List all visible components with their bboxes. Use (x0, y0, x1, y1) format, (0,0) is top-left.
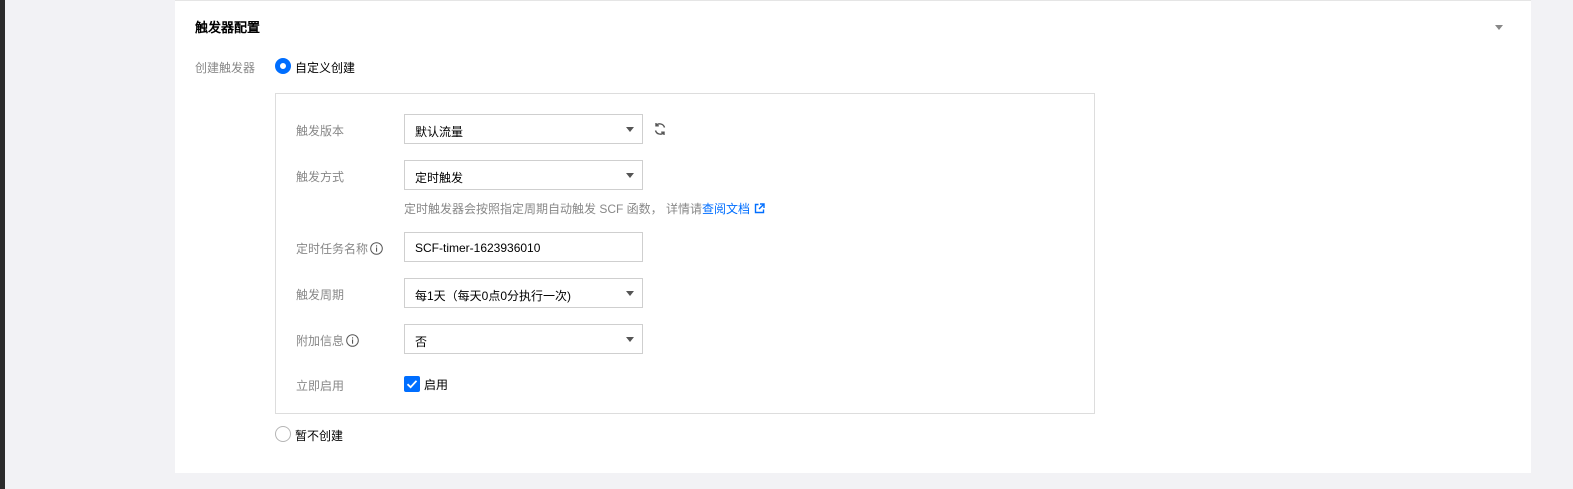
period-label: 触发周期 (296, 288, 345, 302)
trigger-config-panel: 触发器配置 创建触发器 自定义创建 触发版本 默认流量 触发方式 定时触发 定时… (175, 0, 1531, 473)
radio-no-create[interactable] (275, 426, 291, 442)
extra-select-value: 否 (415, 335, 428, 349)
task-name-label-text: 定时任务名称 (296, 242, 369, 256)
create-trigger-label: 创建触发器 (195, 61, 256, 75)
chevron-down-icon (626, 337, 634, 342)
enable-checkbox-label[interactable]: 启用 (424, 376, 448, 393)
period-select[interactable]: 每1天（每天0点0分执行一次) (404, 278, 643, 308)
check-icon (406, 380, 418, 389)
info-circle-icon[interactable] (370, 242, 383, 258)
method-select-value: 定时触发 (415, 171, 464, 185)
radio-no-create-label[interactable]: 暂不创建 (295, 427, 343, 444)
chevron-down-icon (626, 173, 634, 178)
radio-custom-create-label[interactable]: 自定义创建 (295, 59, 355, 76)
help-text: 定时触发器会按照指定周期自动触发 SCF 函数， 详情请 (404, 202, 703, 216)
external-link-icon[interactable] (754, 203, 765, 217)
task-name-input-value: SCF-timer-1623936010 (415, 241, 541, 255)
extra-label-text: 附加信息 (296, 334, 345, 348)
method-help-text: 定时触发器会按照指定周期自动触发 SCF 函数， 详情请查阅文档 (404, 200, 765, 217)
chevron-down-icon (626, 291, 634, 296)
version-select-value: 默认流量 (415, 125, 464, 139)
chevron-down-icon (626, 127, 634, 132)
extra-label: 附加信息 (296, 332, 359, 350)
refresh-icon[interactable] (653, 122, 667, 136)
info-circle-icon[interactable] (346, 334, 359, 350)
extra-select[interactable]: 否 (404, 324, 643, 354)
version-select[interactable]: 默认流量 (404, 114, 643, 144)
section-title: 触发器配置 (195, 20, 261, 35)
task-name-label: 定时任务名称 (296, 240, 383, 258)
period-select-value: 每1天（每天0点0分执行一次) (415, 289, 572, 303)
left-edge-bar (0, 0, 5, 489)
triangle-down-icon[interactable] (1493, 21, 1505, 33)
method-label: 触发方式 (296, 170, 345, 184)
enable-label: 立即启用 (296, 379, 345, 393)
method-select[interactable]: 定时触发 (404, 160, 643, 190)
doc-link[interactable]: 查阅文档 (702, 202, 750, 216)
trigger-config-box: 触发版本 默认流量 触发方式 定时触发 定时触发器会按照指定周期自动触发 SCF… (275, 93, 1095, 414)
version-label: 触发版本 (296, 124, 345, 138)
enable-checkbox[interactable] (404, 376, 420, 392)
radio-custom-create[interactable] (275, 58, 291, 74)
task-name-input[interactable]: SCF-timer-1623936010 (404, 232, 643, 262)
